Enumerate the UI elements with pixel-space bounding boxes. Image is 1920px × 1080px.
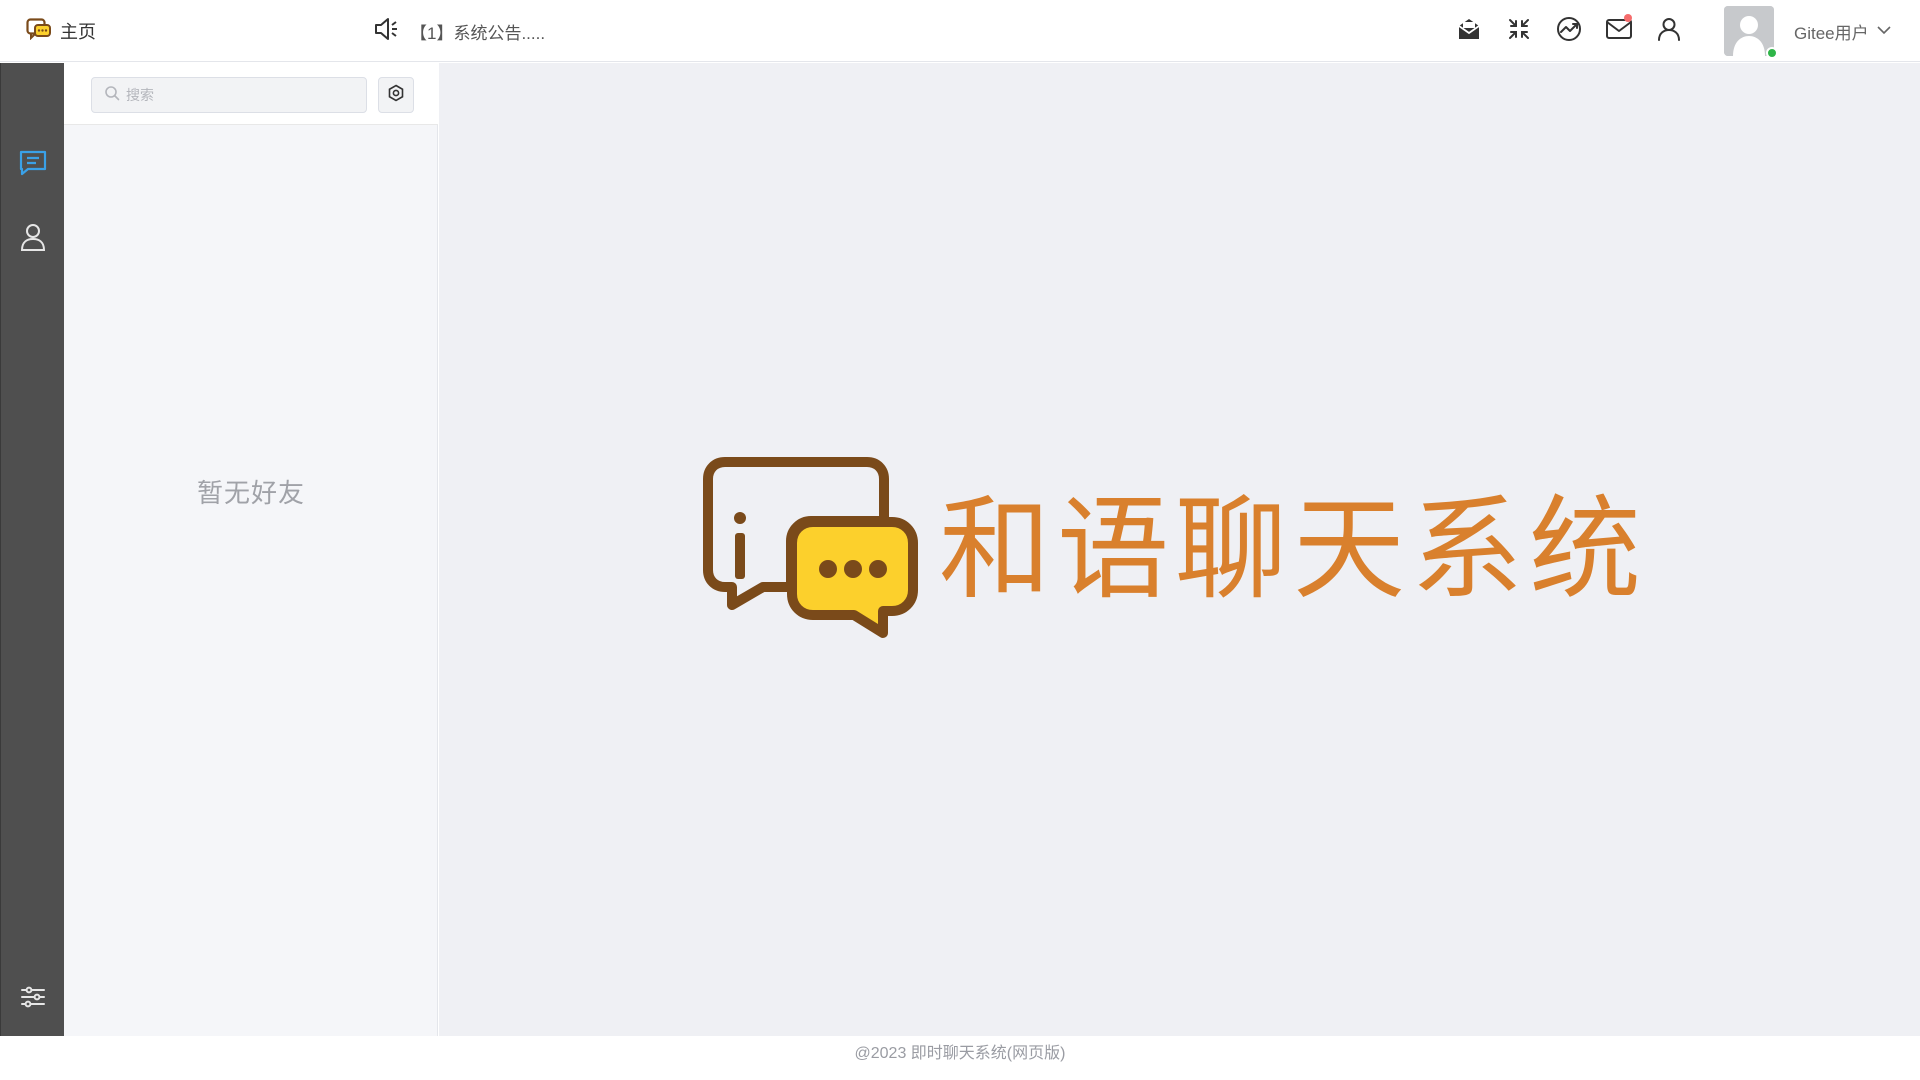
search-icon (104, 85, 120, 106)
contacts-icon (19, 222, 47, 257)
shrink-button[interactable] (1500, 12, 1538, 50)
gear-icon (387, 84, 405, 107)
profile-button[interactable] (1650, 12, 1688, 50)
online-status-dot (1766, 47, 1778, 59)
brand-title: 和语聊天系统 (939, 484, 1647, 615)
search-box[interactable] (91, 77, 367, 113)
speaker-icon (372, 15, 400, 48)
unread-badge (1624, 14, 1632, 22)
system-notice[interactable]: 【1】系统公告..... (372, 15, 545, 47)
chat-icon (18, 148, 48, 183)
chat-bubbles-logo-icon (701, 455, 923, 644)
empty-friends-text: 暂无好友 (196, 478, 305, 508)
mail-open-icon (1456, 16, 1482, 47)
notice-text: 【1】系统公告..... (410, 23, 546, 43)
user-icon (1656, 16, 1682, 47)
user-name: Gitee用户 (1794, 23, 1869, 43)
app-logo-icon (26, 17, 52, 45)
message-button[interactable] (1600, 12, 1638, 50)
chevron-down-icon (1877, 22, 1891, 40)
chart-button[interactable] (1550, 12, 1588, 50)
home-link[interactable]: 主页 (26, 17, 96, 45)
top-header: 主页 【1】系统公告..... Gitee用户 (0, 0, 1920, 62)
main-content: 和语聊天系统 (439, 63, 1920, 1036)
shrink-icon (1507, 17, 1531, 46)
header-actions (1450, 12, 1700, 50)
mail-open-button[interactable] (1450, 12, 1488, 50)
settings-sliders-icon (19, 983, 47, 1016)
friends-panel: 暂无好友 (64, 63, 438, 1036)
sidebar-item-contacts[interactable] (15, 221, 51, 257)
sidebar-item-chats[interactable] (15, 147, 51, 183)
user-menu[interactable]: Gitee用户 (1724, 6, 1891, 56)
left-sidebar (0, 63, 64, 1036)
search-input[interactable] (126, 87, 346, 103)
friends-panel-header (64, 63, 438, 125)
home-label: 主页 (60, 22, 96, 42)
page-footer: @2023 即时聊天系统(网页版) (0, 1036, 1920, 1080)
friend-settings-button[interactable] (378, 77, 414, 113)
sidebar-settings-button[interactable] (15, 981, 51, 1017)
chart-icon (1555, 15, 1583, 48)
brand-banner: 和语聊天系统 (701, 455, 1647, 644)
